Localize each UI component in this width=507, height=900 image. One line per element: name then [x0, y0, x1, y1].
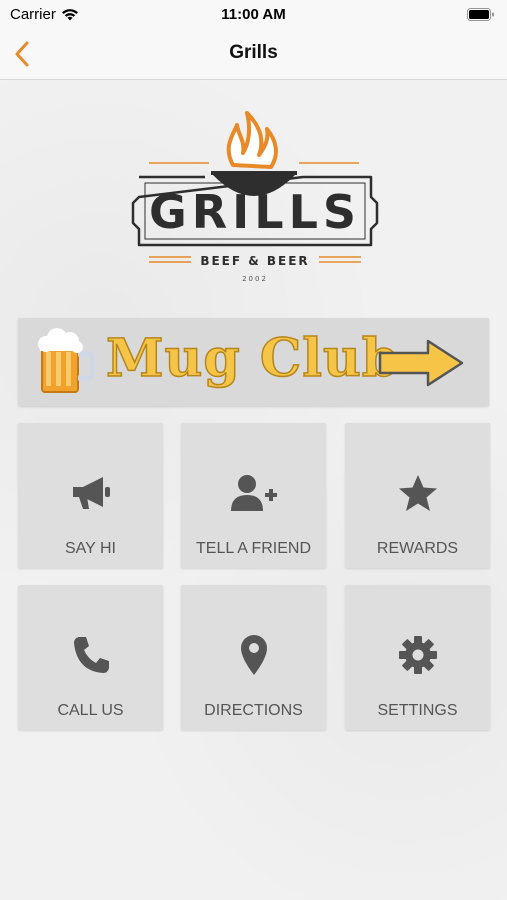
rewards-tile[interactable]: REWARDS — [345, 423, 490, 568]
tile-label: SAY HI — [65, 540, 116, 557]
say-hi-tile[interactable]: SAY HI — [18, 423, 163, 568]
arrow-right-icon — [378, 339, 464, 387]
status-bar: Carrier 11:00 AM — [0, 0, 507, 30]
page-title: Grills — [229, 42, 278, 63]
settings-tile[interactable]: SETTINGS — [345, 585, 490, 730]
call-us-tile[interactable]: CALL US — [18, 585, 163, 730]
add-user-icon — [230, 475, 277, 511]
map-pin-icon — [240, 635, 267, 675]
directions-tile[interactable]: DIRECTIONS — [181, 585, 326, 730]
navigation-bar: Grills — [0, 30, 507, 80]
tell-a-friend-tile[interactable]: TELL A FRIEND — [181, 423, 326, 568]
grills-logo: GRILLS BEEF & BEER 2002 — [131, 111, 379, 283]
logo-year: 2002 — [242, 275, 268, 283]
mug-club-banner[interactable]: Mug Club — [18, 318, 489, 406]
tile-label: SETTINGS — [377, 702, 458, 719]
clock: 11:00 AM — [221, 6, 286, 23]
star-icon — [398, 475, 437, 511]
logo-tagline: BEEF & BEER — [200, 254, 309, 268]
tile-label: CALL US — [57, 702, 124, 719]
battery-icon — [467, 8, 494, 21]
logo-wordmark: GRILLS — [149, 185, 361, 239]
main-content: GRILLS BEEF & BEER 2002 Mug Club SAY HI … — [0, 80, 507, 900]
tile-label: TELL A FRIEND — [196, 540, 311, 557]
tile-label: REWARDS — [376, 540, 459, 557]
mug-club-label: Mug Club — [105, 327, 400, 390]
megaphone-icon — [72, 477, 110, 509]
tile-label: DIRECTIONS — [204, 702, 303, 719]
beer-mug-icon — [38, 328, 95, 393]
gear-icon — [398, 636, 437, 674]
phone-icon — [73, 637, 109, 673]
